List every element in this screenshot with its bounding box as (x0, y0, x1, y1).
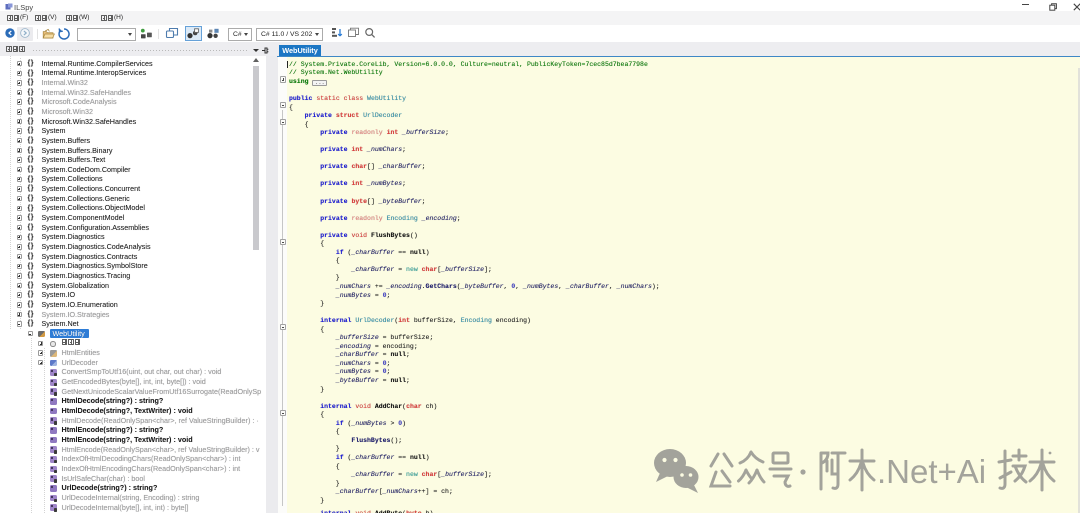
svg-text:.Net+Ai: .Net+Ai (877, 453, 986, 490)
